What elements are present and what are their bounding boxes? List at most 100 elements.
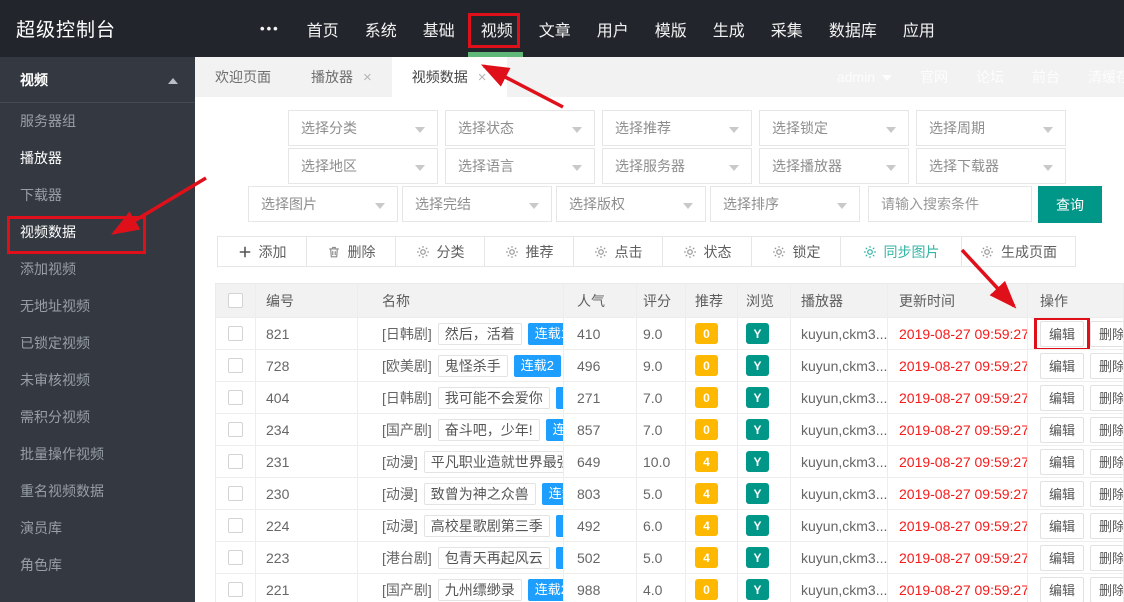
add-button[interactable]: 添加 <box>217 236 307 267</box>
close-icon[interactable]: × <box>478 69 487 86</box>
topnav-item[interactable]: 视频 <box>467 0 526 57</box>
sync-images-button[interactable]: 同步图片 <box>840 236 962 267</box>
delete-button[interactable]: 删除 <box>1090 448 1123 475</box>
userbar-link-frontend[interactable]: 前台 <box>1032 67 1060 87</box>
row-checkbox[interactable] <box>228 550 243 565</box>
recommend-badge: 4 <box>695 547 718 568</box>
delete-button[interactable]: 删除 <box>1090 544 1123 571</box>
status-button[interactable]: 状态 <box>662 236 752 267</box>
user-menu[interactable]: admin <box>837 69 892 85</box>
filter-row-3: 选择图片 选择完结 选择版权 选择排序 查询 <box>248 186 1102 223</box>
tab[interactable]: 视频数据 × <box>391 57 507 97</box>
topnav-item[interactable]: 模版 <box>642 0 700 57</box>
topnav-item[interactable]: 基础 <box>410 0 468 57</box>
query-button[interactable]: 查询 <box>1038 186 1102 223</box>
category-button[interactable]: 分类 <box>395 236 485 267</box>
sidebar-item[interactable]: 下载器 <box>0 177 195 214</box>
topnav-item[interactable]: 采集 <box>758 0 816 57</box>
filter-select[interactable]: 选择下载器 <box>916 148 1066 184</box>
edit-button[interactable]: 编辑 <box>1033 318 1091 349</box>
sidebar-item[interactable]: 批量操作视频 <box>0 436 195 473</box>
sidebar-item[interactable]: 演员库 <box>0 510 195 547</box>
filter-select[interactable]: 选择状态 <box>445 110 595 146</box>
filter-select[interactable]: 选择语言 <box>445 148 595 184</box>
sidebar-item[interactable]: 未审核视频 <box>0 362 195 399</box>
userbar-link-forum[interactable]: 论坛 <box>976 67 1004 87</box>
filter-select[interactable]: 选择排序 <box>710 186 860 222</box>
edit-button[interactable]: 编辑 <box>1040 512 1085 539</box>
click-button[interactable]: 点击 <box>573 236 663 267</box>
video-title: 致曾为神之众兽 <box>423 482 536 505</box>
select-all-checkbox[interactable] <box>228 293 243 308</box>
edit-button[interactable]: 编辑 <box>1040 576 1085 602</box>
row-checkbox[interactable] <box>228 326 243 341</box>
topnav-item[interactable]: 数据库 <box>816 0 890 57</box>
row-checkbox[interactable] <box>228 422 243 437</box>
sidebar-item[interactable]: 角色库 <box>0 547 195 584</box>
edit-button[interactable]: 编辑 <box>1040 352 1085 379</box>
edit-button[interactable]: 编辑 <box>1040 384 1085 411</box>
delete-button[interactable]: 删除 <box>306 236 396 267</box>
cell-update-time: 2019-08-27 09:59:27 <box>888 350 1028 382</box>
more-menu-icon[interactable]: ••• <box>246 0 294 57</box>
topnav-item[interactable]: 首页 <box>294 0 352 57</box>
userbar-link-clear-cache[interactable]: 清缓存 <box>1088 67 1124 87</box>
filter-select[interactable]: 选择周期 <box>916 110 1066 146</box>
row-checkbox[interactable] <box>228 454 243 469</box>
edit-button[interactable]: 编辑 <box>1040 448 1085 475</box>
sidebar-item[interactable]: 播放器 <box>0 140 195 177</box>
close-icon[interactable]: × <box>363 69 372 86</box>
row-checkbox[interactable] <box>228 582 243 597</box>
filter-select[interactable]: 选择分类 <box>288 110 438 146</box>
topnav-item[interactable]: 应用 <box>890 0 948 57</box>
edit-button[interactable]: 编辑 <box>1040 544 1085 571</box>
row-checkbox[interactable] <box>228 390 243 405</box>
filter-select[interactable]: 选择地区 <box>288 148 438 184</box>
filter-select[interactable]: 选择推荐 <box>602 110 752 146</box>
generate-pages-button[interactable]: 生成页面 <box>961 236 1076 267</box>
recommend-button[interactable]: 推荐 <box>484 236 574 267</box>
chevron-down-icon <box>529 203 539 209</box>
delete-button[interactable]: 删除 <box>1090 320 1123 347</box>
delete-button[interactable]: 删除 <box>1090 352 1123 379</box>
filter-select[interactable]: 选择版权 <box>556 186 706 222</box>
sidebar-item[interactable]: 已锁定视频 <box>0 325 195 362</box>
sidebar-item[interactable]: 重名视频数据 <box>0 473 195 510</box>
topnav: ••• 首页 系统 基础 视频 文章 用户 模版 生成 采集 数据库 应用 <box>246 0 948 57</box>
delete-button[interactable]: 删除 <box>1090 576 1123 602</box>
topnav-item[interactable]: 文章 <box>526 0 584 57</box>
filter-row-3-selects: 选择图片 选择完结 选择版权 选择排序 <box>248 186 860 223</box>
edit-button[interactable]: 编辑 <box>1040 416 1085 443</box>
topnav-item[interactable]: 生成 <box>700 0 758 57</box>
cell-id: 404 <box>256 382 358 414</box>
search-input[interactable] <box>868 186 1032 222</box>
serial-badge: 连载8 <box>555 386 563 409</box>
topnav-item[interactable]: 系统 <box>352 0 410 57</box>
edit-button[interactable]: 编辑 <box>1040 480 1085 507</box>
sidebar-item[interactable]: 添加视频 <box>0 251 195 288</box>
sidebar-group-video[interactable]: 视频 <box>0 57 195 103</box>
delete-button[interactable]: 删除 <box>1090 480 1123 507</box>
filter-select[interactable]: 选择完结 <box>402 186 552 222</box>
filter-select[interactable]: 选择播放器 <box>759 148 909 184</box>
delete-button[interactable]: 删除 <box>1090 384 1123 411</box>
filter-select[interactable]: 选择服务器 <box>602 148 752 184</box>
tab[interactable]: 欢迎页面 <box>195 57 291 97</box>
topnav-item-label: 文章 <box>538 22 571 40</box>
delete-button[interactable]: 删除 <box>1090 416 1123 443</box>
sidebar-item[interactable]: 无地址视频 <box>0 288 195 325</box>
row-checkbox[interactable] <box>228 486 243 501</box>
topnav-item[interactable]: 用户 <box>584 0 642 57</box>
filter-select[interactable]: 选择图片 <box>248 186 398 222</box>
sidebar-item[interactable]: 需积分视频 <box>0 399 195 436</box>
row-checkbox[interactable] <box>228 518 243 533</box>
sidebar-item[interactable]: 视频数据 <box>0 214 195 254</box>
row-checkbox[interactable] <box>228 358 243 373</box>
delete-button[interactable]: 删除 <box>1090 512 1123 539</box>
tab[interactable]: 播放器 × <box>291 57 392 97</box>
sidebar-item[interactable]: 服务器组 <box>0 103 195 140</box>
lock-button[interactable]: 锁定 <box>751 236 841 267</box>
filter-select[interactable]: 选择锁定 <box>759 110 909 146</box>
userbar-link-official[interactable]: 官网 <box>920 67 948 87</box>
tab-label: 欢迎页面 <box>215 69 271 85</box>
